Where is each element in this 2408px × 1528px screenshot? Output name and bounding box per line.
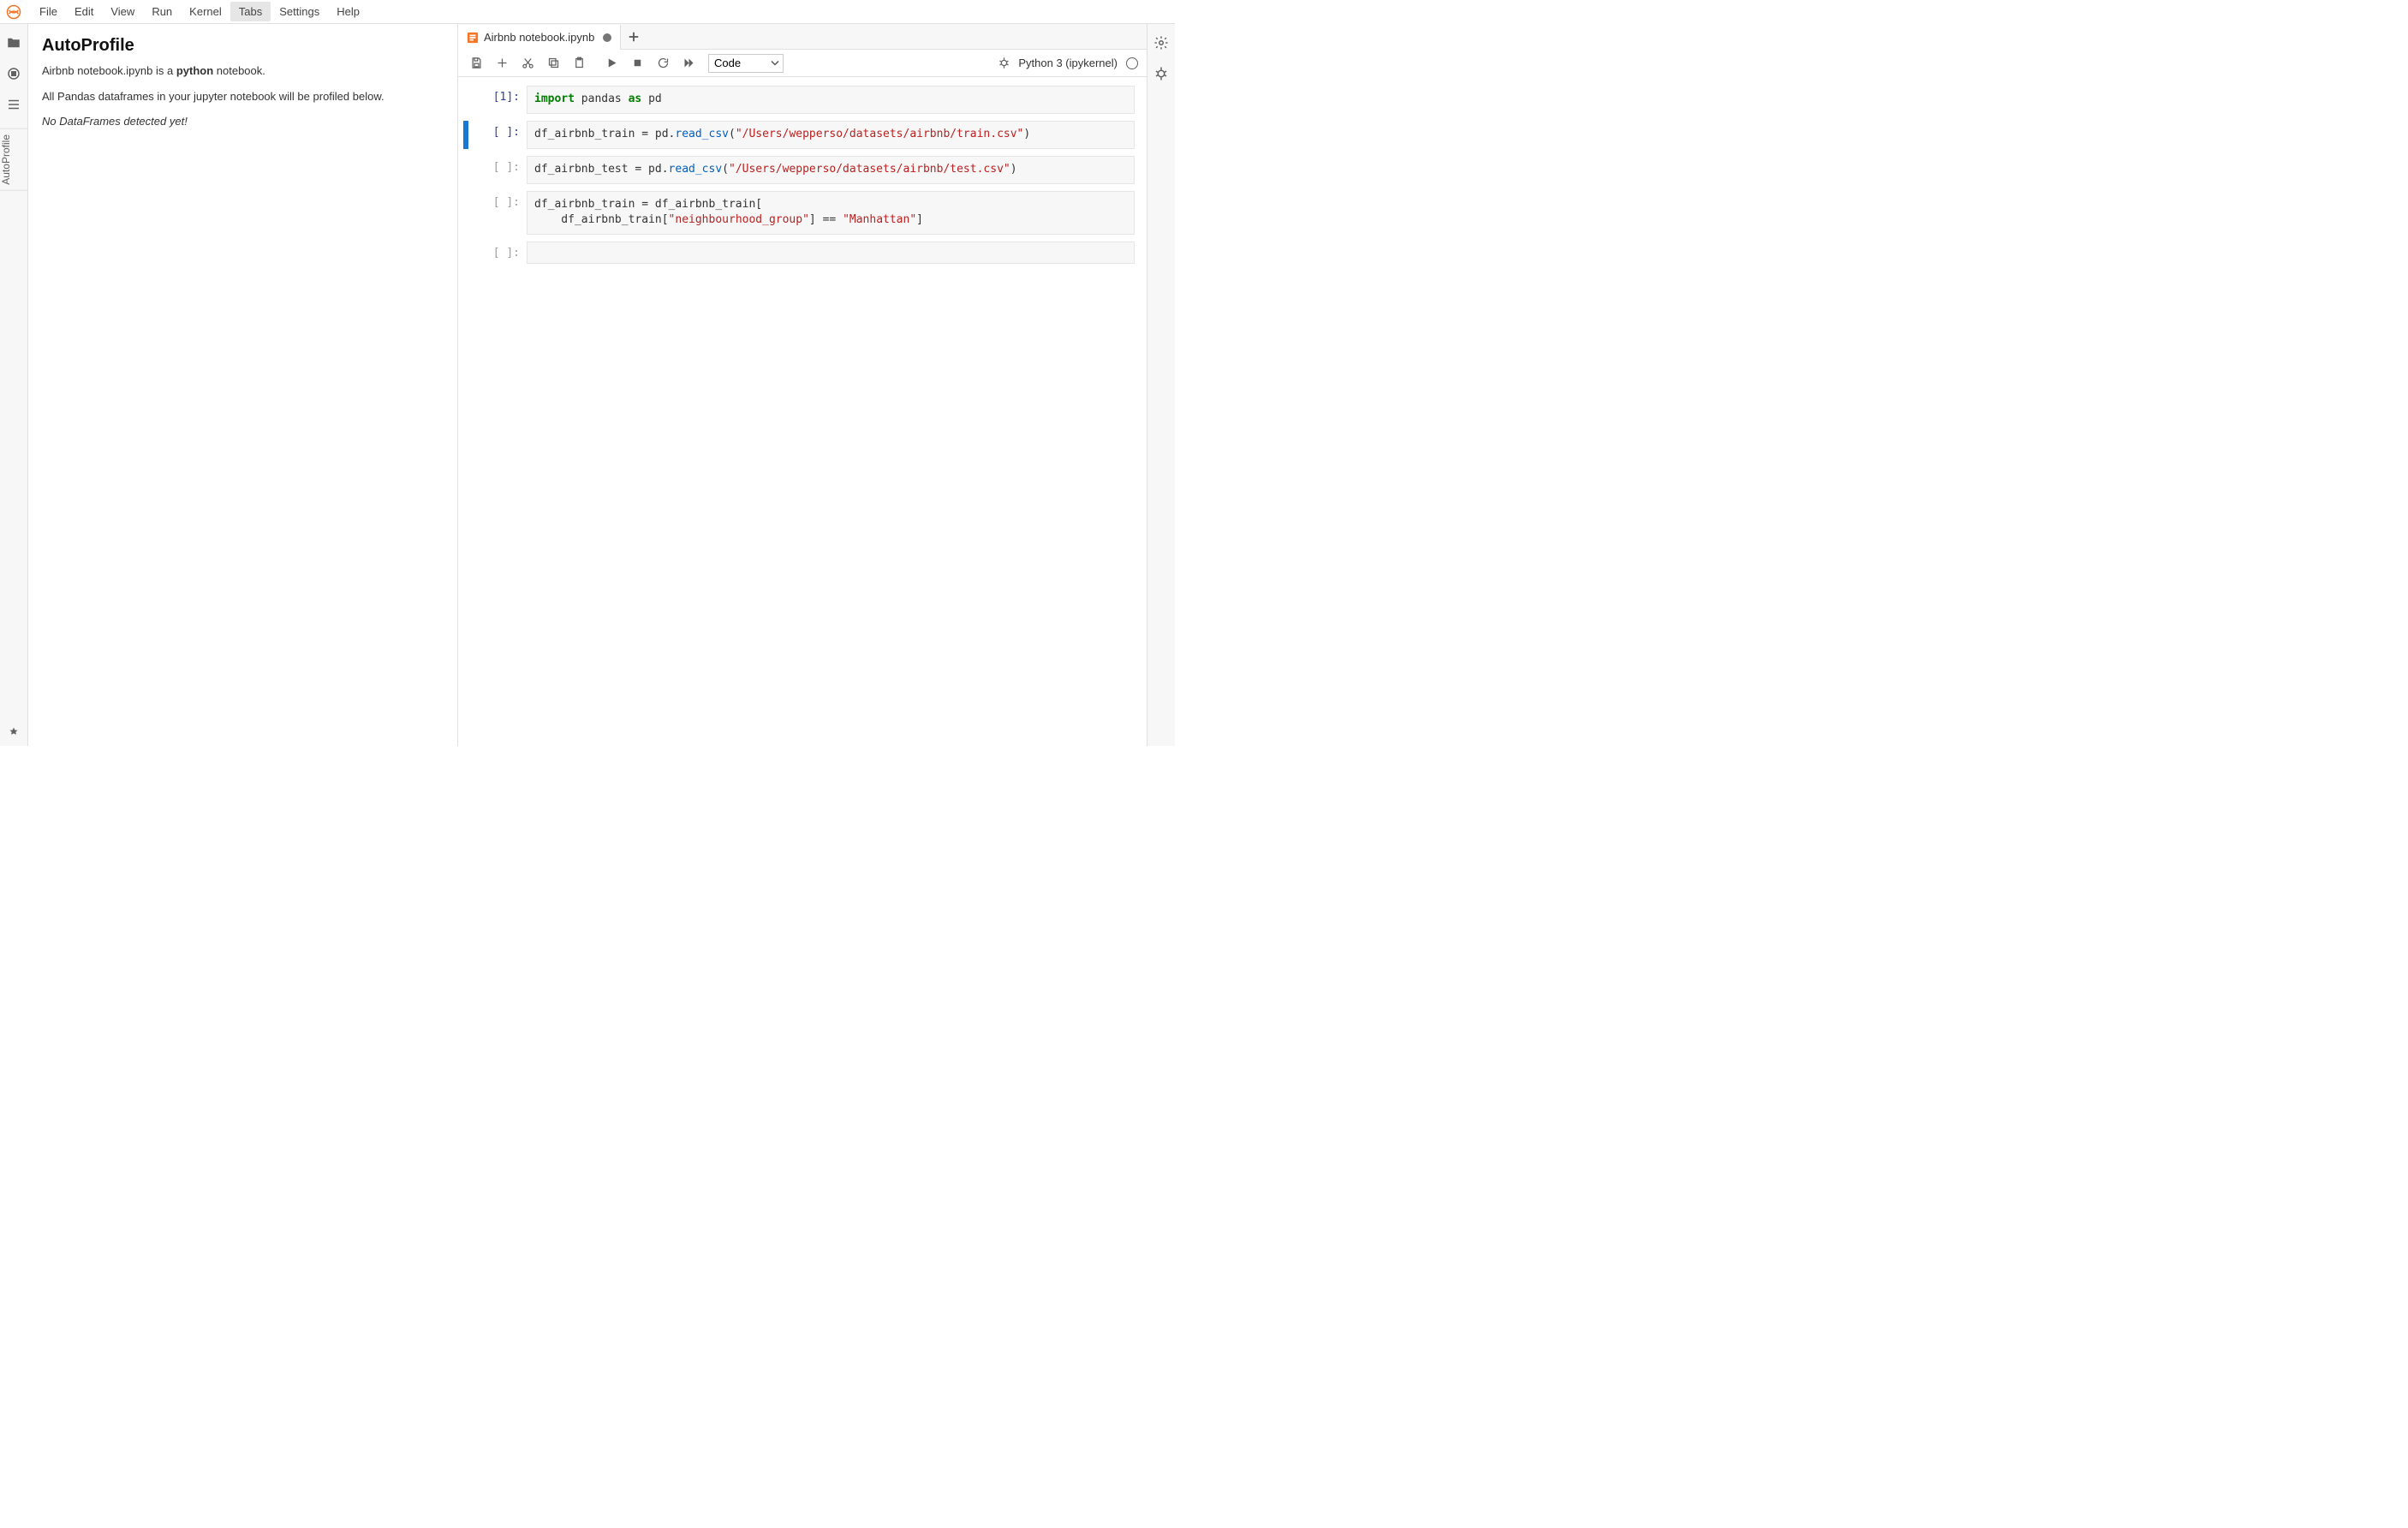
menu-file[interactable]: File [31, 2, 66, 21]
property-inspector-icon[interactable] [1149, 31, 1173, 55]
extensions-icon[interactable] [2, 722, 26, 746]
right-sidebar-rail [1147, 24, 1175, 746]
menu-run[interactable]: Run [143, 2, 181, 21]
restart-button[interactable] [652, 53, 674, 74]
folder-icon[interactable] [2, 31, 26, 55]
notebook-toolbar: CodeMarkdownRaw Python 3 (ipykernel) [458, 50, 1147, 77]
kernel-status-indicator[interactable] [1126, 57, 1138, 69]
notebook-body[interactable]: [1]:import pandas as pd[ ]:df_airbnb_tra… [458, 77, 1147, 746]
cell-prompt: [ ]: [472, 121, 527, 149]
editor-area: Airbnb notebook.ipynb CodeMarkdownRaw [458, 24, 1147, 746]
cell-prompt: [ ]: [472, 242, 527, 264]
left-sidebar-rail: AutoProfile [0, 24, 28, 746]
code-cell[interactable]: [ ]: [463, 242, 1135, 264]
panel-title: AutoProfile [42, 36, 444, 56]
cell-gutter [463, 121, 468, 149]
cut-button[interactable] [516, 53, 539, 74]
cell-input[interactable]: df_airbnb_train = df_airbnb_train[ df_ai… [527, 191, 1135, 236]
code-cell[interactable]: [ ]:df_airbnb_test = pd.read_csv("/Users… [463, 156, 1135, 184]
add-cell-button[interactable] [491, 53, 513, 74]
code-cell[interactable]: [ ]:df_airbnb_train = pd.read_csv("/User… [463, 121, 1135, 149]
cell-gutter [463, 191, 468, 236]
panel-line1: Airbnb notebook.ipynb is a python notebo… [42, 63, 444, 80]
cell-prompt: [ ]: [472, 156, 527, 184]
cell-input[interactable] [527, 242, 1135, 264]
copy-button[interactable] [542, 53, 564, 74]
side-panel: AutoProfile Airbnb notebook.ipynb is a p… [28, 24, 458, 746]
panel-empty-message: No DataFrames detected yet! [42, 113, 444, 130]
cell-type-select[interactable]: CodeMarkdownRaw [708, 54, 784, 73]
cell-prompt: [ ]: [472, 191, 527, 236]
tab-notebook[interactable]: Airbnb notebook.ipynb [458, 25, 621, 50]
debugger-panel-icon[interactable] [1149, 62, 1173, 86]
panel-line2: All Pandas dataframes in your jupyter no… [42, 88, 444, 105]
cell-gutter [463, 156, 468, 184]
menu-help[interactable]: Help [328, 2, 368, 21]
tabbar: Airbnb notebook.ipynb [458, 24, 1147, 50]
cell-input[interactable]: df_airbnb_train = pd.read_csv("/Users/we… [527, 121, 1135, 149]
run-all-button[interactable] [677, 53, 700, 74]
menu-kernel[interactable]: Kernel [181, 2, 230, 21]
menu-edit[interactable]: Edit [66, 2, 102, 21]
code-cell[interactable]: [1]:import pandas as pd [463, 86, 1135, 114]
run-button[interactable] [600, 53, 623, 74]
cell-input[interactable]: df_airbnb_test = pd.read_csv("/Users/wep… [527, 156, 1135, 184]
stop-button[interactable] [626, 53, 648, 74]
menu-settings[interactable]: Settings [271, 2, 328, 21]
notebook-icon [467, 32, 479, 44]
menu-view[interactable]: View [102, 2, 143, 21]
debug-icon[interactable] [992, 53, 1015, 74]
save-button[interactable] [465, 53, 487, 74]
cell-gutter [463, 86, 468, 114]
autoprofile-tab-label[interactable]: AutoProfile [0, 128, 27, 191]
menubar: FileEditViewRunKernelTabsSettingsHelp [0, 0, 1175, 24]
tab-label: Airbnb notebook.ipynb [484, 31, 594, 44]
cell-input[interactable]: import pandas as pd [527, 86, 1135, 114]
jupyter-logo [5, 3, 22, 21]
new-tab-button[interactable] [621, 24, 647, 49]
tab-dirty-indicator[interactable] [603, 33, 611, 42]
running-sessions-icon[interactable] [2, 62, 26, 86]
main-area: AutoProfile AutoProfile Airbnb notebook.… [0, 24, 1175, 746]
paste-button[interactable] [568, 53, 590, 74]
menu-tabs[interactable]: Tabs [230, 2, 271, 21]
cell-gutter [463, 242, 468, 264]
kernel-name[interactable]: Python 3 (ipykernel) [1018, 57, 1118, 69]
toc-icon[interactable] [2, 93, 26, 116]
cell-prompt: [1]: [472, 86, 527, 114]
code-cell[interactable]: [ ]:df_airbnb_train = df_airbnb_train[ d… [463, 191, 1135, 236]
